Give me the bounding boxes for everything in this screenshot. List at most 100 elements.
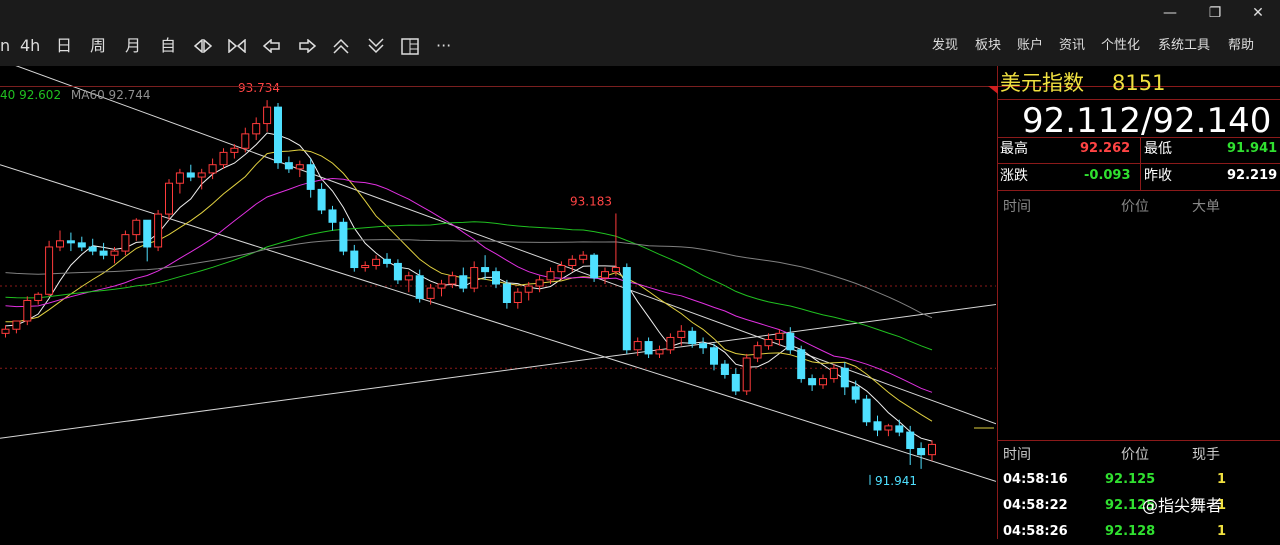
layout-icon[interactable] [401, 38, 419, 55]
candle-body [328, 209, 337, 223]
period-custom-button[interactable]: 自 [160, 36, 176, 56]
tick-time: 04:58:26 [1003, 524, 1068, 539]
menu-system-tools[interactable]: 系统工具 [1158, 37, 1210, 55]
menu-help[interactable]: 帮助 [1228, 37, 1254, 55]
menu-account[interactable]: 账户 [1017, 37, 1043, 55]
candle-body [208, 164, 217, 174]
candle-body [611, 267, 620, 273]
tick-qty-header: 现手 [1192, 447, 1220, 463]
close-button[interactable]: ✕ [1248, 3, 1268, 23]
big-order-price-header: 价位 [1121, 199, 1149, 215]
low-value: 91.941 [1227, 141, 1278, 156]
candle-body [633, 341, 642, 351]
candle-body [731, 373, 740, 392]
candle-body [546, 271, 555, 281]
ma60-line [5, 239, 933, 319]
candle-body [186, 172, 195, 178]
toolbar: n 4h 日 周 月 自 ··· 发现 板块 账户 资讯 个性化 系统工具 帮助 [0, 26, 1280, 66]
candle-body [317, 188, 326, 211]
candle-body [851, 386, 860, 400]
candle-body [45, 246, 54, 295]
period-week-button[interactable]: 周 [90, 36, 106, 56]
big-order-time-header: 时间 [1003, 199, 1031, 215]
high-label: 最高 [1000, 141, 1028, 157]
zoom-in-icon[interactable] [194, 39, 212, 53]
candle-body [415, 275, 424, 299]
candle-body [579, 254, 588, 260]
period-4h-button[interactable]: 4h [20, 36, 40, 56]
ma10-line [5, 149, 933, 422]
candle-body [121, 234, 130, 252]
candle-body [34, 293, 43, 301]
candle-body [688, 330, 697, 345]
ma40-legend: 40 92.602 [0, 88, 62, 102]
divider [998, 190, 1280, 191]
tick-row: 04:58:26 92.128 1 [998, 521, 1280, 545]
candle-body [524, 285, 533, 293]
candle-body [862, 398, 871, 423]
candle-body [263, 106, 272, 125]
price-annotation: 93.734 [238, 81, 280, 95]
candle-body [230, 147, 239, 153]
minimize-button[interactable]: — [1160, 3, 1180, 23]
candle-body [873, 421, 882, 431]
menu-personalize[interactable]: 个性化 [1101, 37, 1140, 55]
candle-body [1, 328, 10, 334]
period-1m-button[interactable]: n [0, 36, 10, 56]
menu-news[interactable]: 资讯 [1059, 37, 1085, 55]
menu-discover[interactable]: 发现 [932, 37, 958, 55]
period-day-button[interactable]: 日 [56, 36, 72, 56]
period-month-button[interactable]: 月 [125, 36, 141, 56]
candle-body [906, 431, 915, 450]
candle-body [535, 279, 544, 287]
candle-body [448, 275, 457, 285]
candle-body [350, 250, 359, 269]
candle-body [372, 258, 381, 266]
candle-body [56, 240, 64, 248]
title-bar: — ❐ ✕ [0, 0, 1280, 26]
restore-button[interactable]: ❐ [1205, 3, 1225, 23]
scroll-down-icon[interactable] [367, 38, 385, 54]
collapse-arrow-icon[interactable] [988, 86, 998, 96]
trend-line [0, 164, 996, 482]
candle-body [655, 349, 664, 355]
candle-body [481, 267, 490, 273]
high-value: 92.262 [1080, 141, 1131, 156]
change-value: -0.093 [1084, 168, 1131, 183]
candlestick-chart[interactable]: 93.734 93.183 91.941 [0, 66, 996, 539]
prev-close-value: 92.219 [1227, 168, 1278, 183]
candle-body [644, 341, 653, 355]
candle-body [339, 221, 348, 252]
candle-body [393, 262, 402, 281]
big-order-qty-header: 大单 [1192, 199, 1220, 215]
quote-panel: 美元指数 8151 92.112/92.140 最高 92.262 最低 91.… [988, 66, 1280, 539]
candle-body [710, 347, 718, 365]
scroll-up-icon[interactable] [332, 38, 350, 54]
candle-body [884, 425, 893, 431]
candle-body [775, 332, 784, 341]
menu-sectors[interactable]: 板块 [975, 37, 1001, 55]
price-annotation: 93.183 [570, 194, 612, 208]
instrument-name: 美元指数 [1000, 71, 1084, 95]
tick-row: 04:58:22 92.125 1 [998, 495, 1280, 519]
candle-body [252, 123, 261, 135]
candle-body [77, 242, 86, 248]
candle-body [492, 271, 500, 285]
move-left-icon[interactable] [263, 39, 281, 53]
candle-body [590, 254, 599, 279]
candle-body [808, 378, 817, 386]
ma60-legend: MA60 92.744 [70, 88, 151, 102]
move-right-icon[interactable] [298, 39, 316, 53]
candle-body [720, 363, 729, 375]
tick-price: 92.128 [1105, 524, 1156, 539]
tick-price: 92.125 [1105, 472, 1156, 487]
candle-body [12, 320, 21, 330]
watermark: @指尖舞者 [1142, 496, 1223, 515]
candle-body [404, 275, 413, 281]
bid-ask-price: 92.112/92.140 [1022, 101, 1272, 141]
more-icon[interactable]: ··· [436, 36, 451, 56]
candle-body [274, 106, 282, 164]
divider [998, 163, 1280, 164]
zoom-out-icon[interactable] [228, 39, 246, 53]
candle-body [165, 182, 173, 215]
